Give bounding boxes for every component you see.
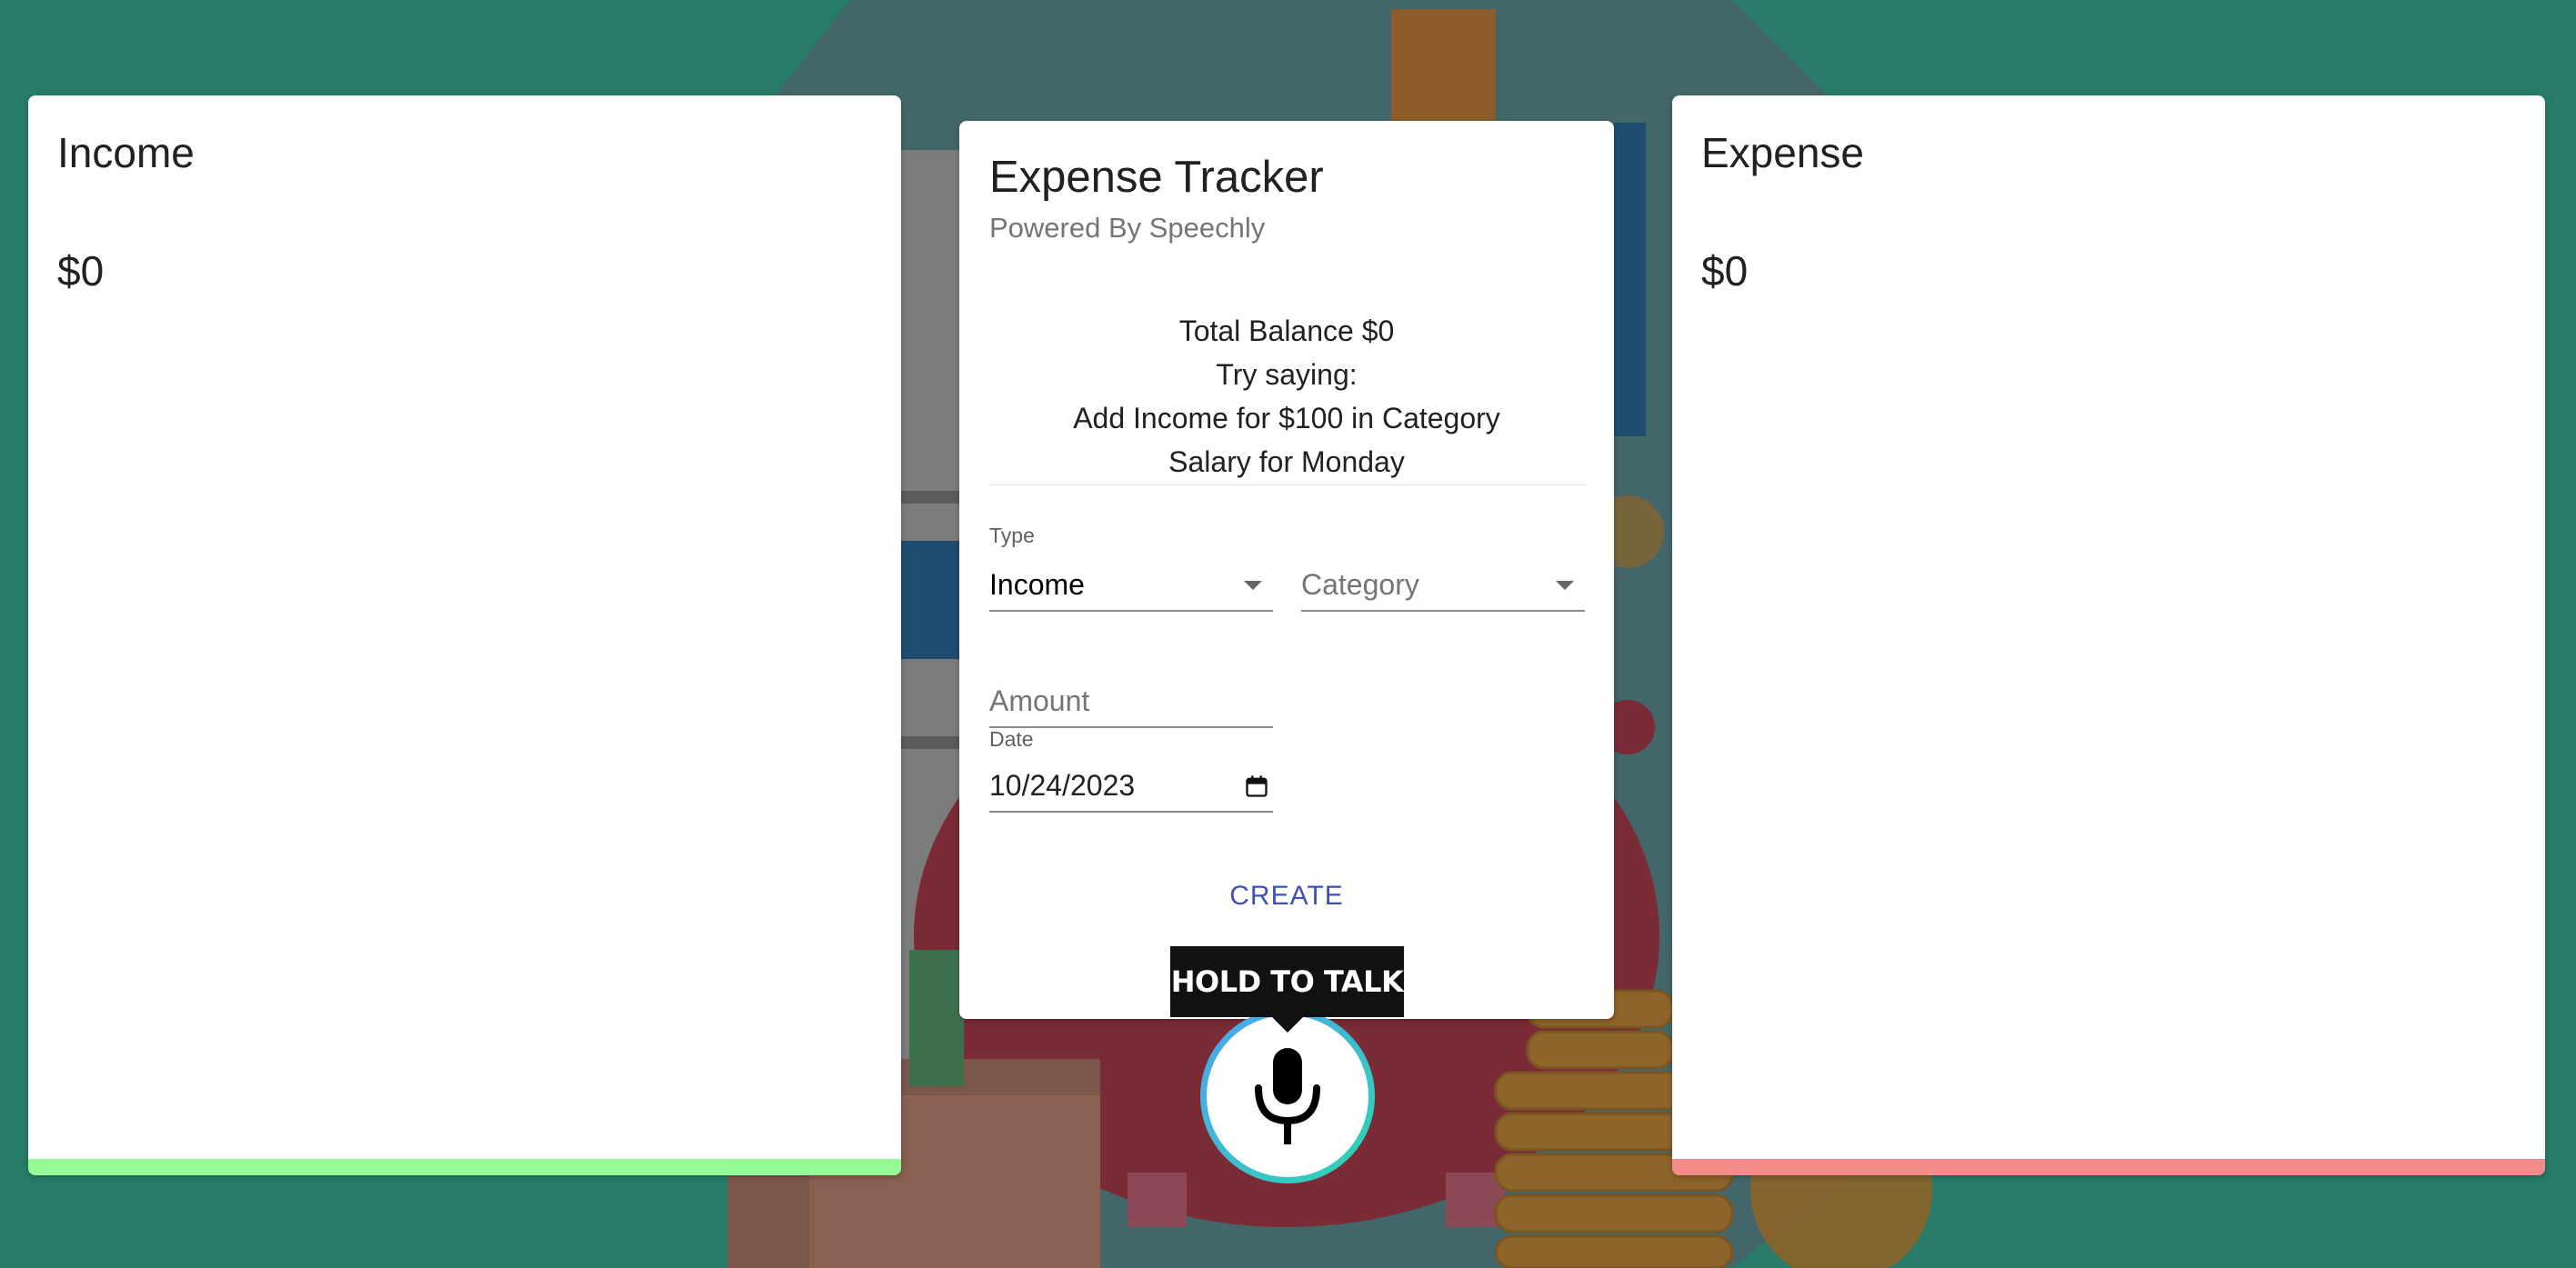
date-label: Date [989, 727, 1034, 751]
expense-accent-bar [1672, 1159, 2545, 1175]
hint-line: Add Income for $100 in Category [1073, 402, 1500, 434]
tooltip-arrow [1272, 1017, 1303, 1033]
chevron-down-icon [1556, 581, 1574, 590]
date-input[interactable]: 10/24/2023 [989, 760, 1273, 813]
calendar-icon[interactable] [1244, 774, 1269, 799]
category-placeholder: Category [1301, 568, 1419, 601]
expense-card: Expense $0 [1672, 95, 2545, 1175]
type-value: Income [989, 568, 1085, 601]
divider [989, 484, 1585, 485]
hint-line: Salary for Monday [1168, 445, 1405, 478]
category-select[interactable]: Category [1301, 559, 1585, 612]
date-value: 10/24/2023 [989, 769, 1136, 802]
amount-placeholder: Amount [989, 684, 1090, 717]
total-balance: Total Balance $0 [1178, 315, 1395, 347]
income-card: Income $0 [28, 95, 901, 1175]
income-amount: $0 [57, 247, 105, 295]
expense-tracker-card: Expense Tracker Powered By Speechly Tota… [959, 121, 1614, 1019]
income-title: Income [57, 129, 195, 176]
tracker-title: Expense Tracker [989, 153, 1324, 202]
create-button[interactable]: CREATE [959, 881, 1614, 912]
chevron-down-icon [1244, 581, 1262, 590]
tracker-subtitle: Powered By Speechly [989, 212, 1266, 244]
expense-title: Expense [1701, 129, 1865, 176]
push-to-talk-button[interactable] [1200, 1009, 1375, 1183]
type-label: Type [989, 524, 1035, 547]
income-accent-bar [28, 1159, 901, 1175]
hold-to-talk-tooltip: HOLD TO TALK [1170, 946, 1404, 1017]
expense-amount: $0 [1701, 247, 1749, 295]
type-select[interactable]: Income [989, 559, 1273, 612]
microphone-icon [1255, 1048, 1320, 1144]
hint-line: Try saying: [1216, 358, 1358, 391]
amount-input[interactable]: Amount [989, 675, 1273, 728]
